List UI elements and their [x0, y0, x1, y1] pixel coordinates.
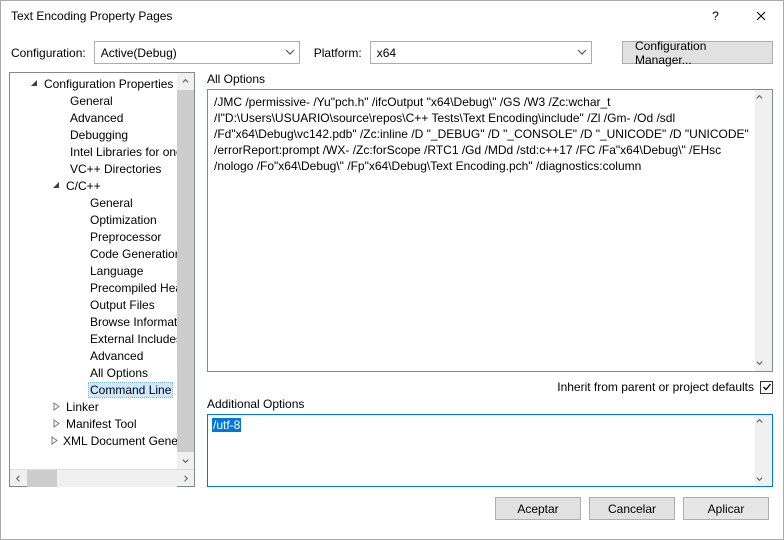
tree-node-cpp-language[interactable]: Language	[10, 262, 194, 279]
chevron-down-icon	[577, 47, 587, 57]
tree-horizontal-scrollbar[interactable]	[10, 469, 194, 486]
configuration-label: Configuration:	[11, 46, 86, 60]
configuration-manager-button[interactable]: Configuration Manager...	[622, 41, 773, 64]
addopts-scrollbar[interactable]	[755, 415, 772, 486]
tree-scroll[interactable]: Configuration Properties General Advance…	[10, 73, 194, 469]
scroll-up-icon[interactable]	[755, 415, 772, 429]
dialog-buttons: Aceptar Cancelar Aplicar	[1, 487, 783, 530]
inherit-checkbox[interactable]	[760, 381, 773, 394]
expander-closed-icon[interactable]	[50, 418, 62, 430]
tree-node-cpp-external[interactable]: External Includes	[10, 330, 194, 347]
platform-select[interactable]: x64	[370, 41, 592, 64]
tree-node-cpp-allopts[interactable]: All Options	[10, 364, 194, 381]
tree-vertical-scrollbar[interactable]	[177, 73, 194, 469]
tree-node-manifest[interactable]: Manifest Tool	[10, 415, 194, 432]
tree-node-intel[interactable]: Intel Libraries for oneAPI	[10, 143, 194, 160]
checkmark-icon	[762, 382, 772, 392]
scroll-right-icon[interactable]	[177, 470, 194, 487]
expander-closed-icon[interactable]	[50, 401, 62, 413]
tree-node-cpp-browse[interactable]: Browse Information	[10, 313, 194, 330]
tree-node-xmldoc[interactable]: XML Document Generator	[10, 432, 194, 449]
config-row: Configuration: Active(Debug) Platform: x…	[1, 31, 783, 72]
tree-node-cpp-advanced[interactable]: Advanced	[10, 347, 194, 364]
scroll-up-icon[interactable]	[177, 73, 194, 90]
all-options-text: /JMC /permissive- /Yu"pch.h" /ifcOutput …	[214, 95, 749, 173]
configuration-value: Active(Debug)	[101, 46, 177, 60]
tree-node-vcpp-dirs[interactable]: VC++ Directories	[10, 160, 194, 177]
tree-node-cpp[interactable]: C/C++	[10, 177, 194, 194]
inherit-label: Inherit from parent or project defaults	[557, 380, 754, 394]
title-bar: Text Encoding Property Pages ?	[1, 1, 783, 31]
close-icon	[756, 11, 766, 21]
inherit-row: Inherit from parent or project defaults	[207, 380, 773, 394]
additional-options-value: /utf-8	[212, 418, 241, 432]
apply-button[interactable]: Aplicar	[683, 497, 769, 520]
window-title: Text Encoding Property Pages	[11, 9, 693, 23]
scroll-down-icon[interactable]	[755, 355, 772, 371]
close-button[interactable]	[738, 1, 783, 31]
platform-value: x64	[377, 46, 396, 60]
tree-node-cpp-pch[interactable]: Precompiled Headers	[10, 279, 194, 296]
cancel-button[interactable]: Cancelar	[589, 497, 675, 520]
tree-node-cpp-general[interactable]: General	[10, 194, 194, 211]
ok-button[interactable]: Aceptar	[495, 497, 581, 520]
tree-node-advanced[interactable]: Advanced	[10, 109, 194, 126]
right-column: All Options /JMC /permissive- /Yu"pch.h"…	[207, 72, 773, 487]
additional-options-label: Additional Options	[207, 397, 773, 411]
scroll-track[interactable]	[27, 470, 177, 487]
expander-closed-icon[interactable]	[50, 435, 59, 447]
configuration-select[interactable]: Active(Debug)	[94, 41, 300, 64]
main-content: Configuration Properties General Advance…	[1, 72, 783, 487]
expander-open-icon[interactable]	[28, 78, 40, 90]
tree-node-debugging[interactable]: Debugging	[10, 126, 194, 143]
platform-label: Platform:	[314, 46, 362, 60]
tree-node-cpp-codegen[interactable]: Code Generation	[10, 245, 194, 262]
scroll-thumb[interactable]	[177, 90, 194, 452]
chevron-down-icon	[285, 47, 295, 57]
tree: Configuration Properties General Advance…	[10, 73, 194, 451]
tree-node-cpp-preprocessor[interactable]: Preprocessor	[10, 228, 194, 245]
tree-panel: Configuration Properties General Advance…	[9, 72, 195, 487]
tree-node-cpp-optimization[interactable]: Optimization	[10, 211, 194, 228]
tree-node-general[interactable]: General	[10, 92, 194, 109]
scroll-left-icon[interactable]	[10, 470, 27, 487]
tree-node-config-properties[interactable]: Configuration Properties	[10, 75, 194, 92]
scroll-thumb[interactable]	[27, 470, 57, 487]
tree-node-linker[interactable]: Linker	[10, 398, 194, 415]
scroll-down-icon[interactable]	[177, 452, 194, 469]
scroll-down-icon[interactable]	[755, 472, 772, 486]
tree-node-cpp-output[interactable]: Output Files	[10, 296, 194, 313]
help-button[interactable]: ?	[693, 1, 738, 31]
all-options-textarea[interactable]: /JMC /permissive- /Yu"pch.h" /ifcOutput …	[207, 89, 773, 372]
additional-options-textarea[interactable]: /utf-8	[207, 414, 773, 487]
all-options-label: All Options	[207, 72, 773, 86]
expander-open-icon[interactable]	[50, 180, 62, 192]
scroll-up-icon[interactable]	[755, 90, 772, 106]
tree-node-cpp-cmdline[interactable]: Command Line	[10, 381, 194, 398]
allopts-scrollbar[interactable]	[755, 90, 772, 371]
